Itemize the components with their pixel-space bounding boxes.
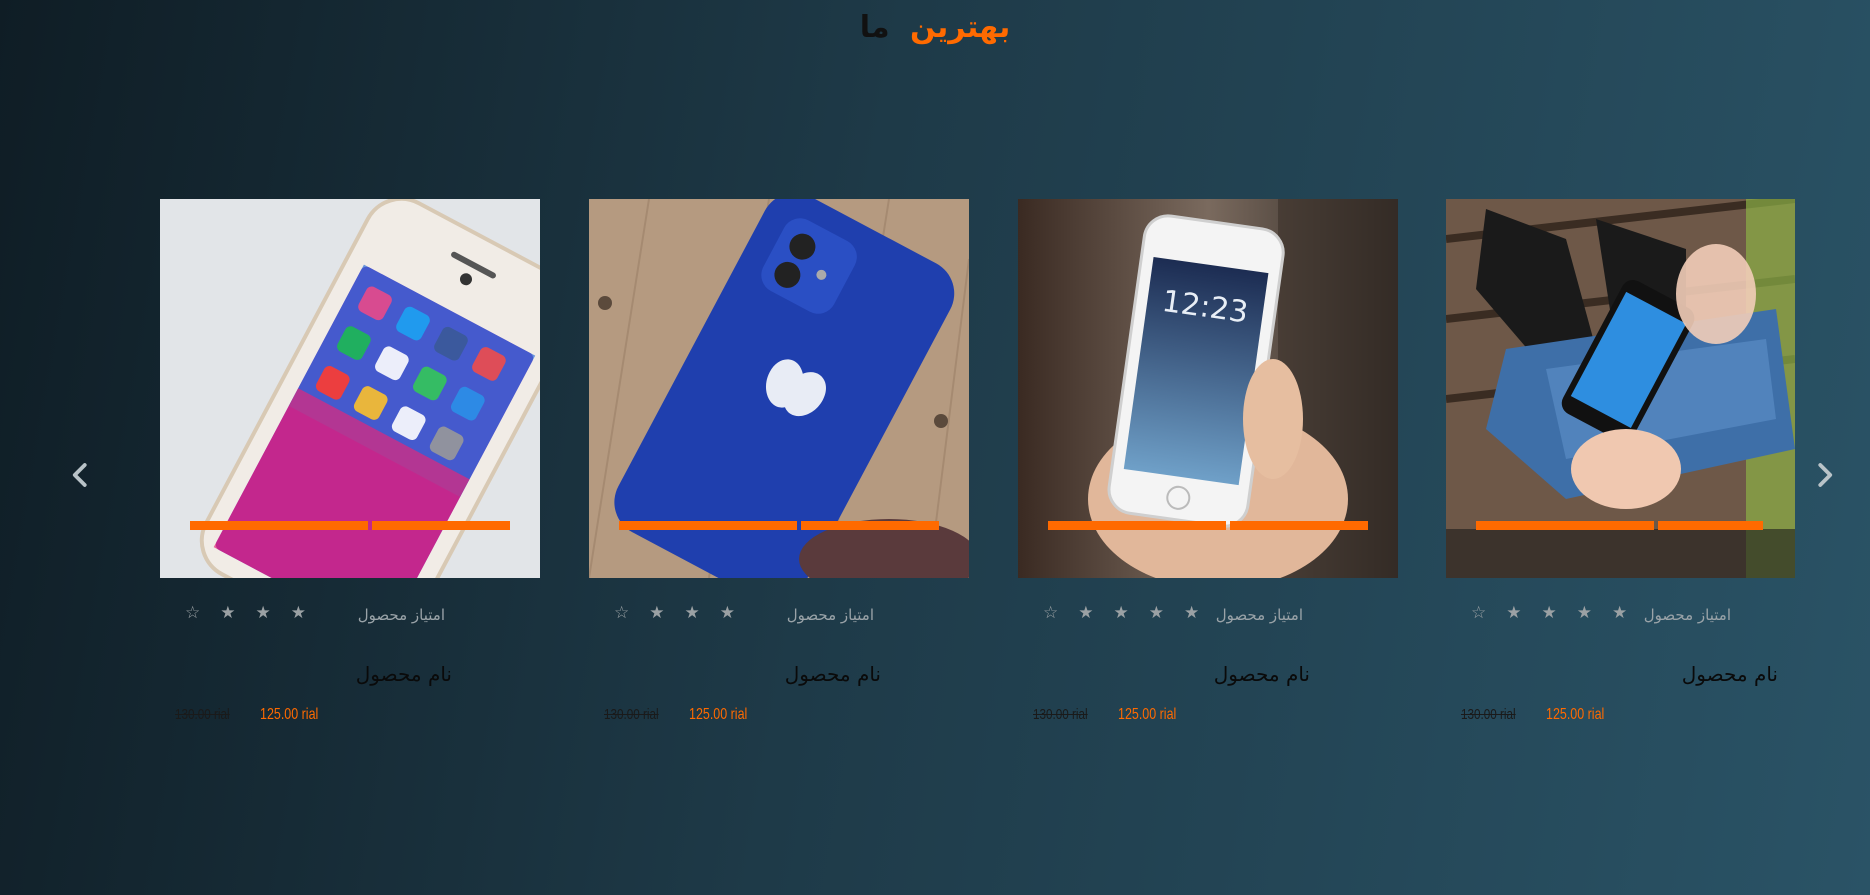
product-image[interactable] — [1446, 199, 1795, 578]
product-name[interactable]: نام محصول — [681, 662, 881, 686]
new-price: 125.00 rial — [1118, 706, 1177, 723]
rating-stars: ☆ ★ ★ ★ — [614, 605, 735, 622]
star-half-icon: ☆ — [614, 603, 630, 623]
promo-bars — [619, 521, 939, 530]
star-icon: ★ — [1541, 603, 1557, 623]
star-icon: ★ — [220, 603, 236, 623]
star-icon: ★ — [1576, 603, 1592, 623]
star-half-icon: ☆ — [185, 603, 201, 623]
star-icon: ★ — [1148, 603, 1164, 623]
product-image[interactable] — [589, 199, 969, 578]
title-dark: ما — [859, 10, 890, 45]
star-icon: ★ — [1078, 603, 1094, 623]
new-price: 125.00 rial — [260, 706, 319, 723]
rating-label: امتیاز محصول — [1215, 606, 1303, 624]
product-name[interactable]: نام محصول — [1578, 662, 1778, 686]
promo-bars — [1048, 521, 1368, 530]
carousel-next-button[interactable] — [1806, 460, 1842, 496]
product-name[interactable]: نام محصول — [252, 662, 452, 686]
star-icon: ★ — [255, 603, 271, 623]
rating-stars: ☆ ★ ★ ★ ★ — [1043, 605, 1199, 622]
star-icon: ★ — [719, 603, 735, 623]
product-card[interactable]: ☆ ★ ★ ★ امتیاز محصول نام محصول 130.00 ri… — [589, 199, 969, 730]
old-price: 130.00 rial — [604, 706, 659, 723]
new-price: 125.00 rial — [689, 706, 748, 723]
section-title: بهترین ما — [0, 10, 1870, 45]
title-accent: بهترین — [910, 10, 1011, 45]
rating-label: امتیاز محصول — [786, 606, 874, 624]
old-price: 130.00 rial — [1461, 706, 1516, 723]
star-icon: ★ — [1612, 603, 1628, 623]
product-name[interactable]: نام محصول — [1110, 662, 1310, 686]
star-icon: ★ — [1506, 603, 1522, 623]
carousel-prev-button[interactable] — [63, 460, 99, 496]
rating-label: امتیاز محصول — [1643, 606, 1731, 624]
product-image[interactable] — [160, 199, 540, 578]
product-card[interactable]: ☆ ★ ★ ★ امتیاز محصول نام محصول 130.00 ri… — [160, 199, 540, 730]
star-icon: ★ — [684, 603, 700, 623]
product-image[interactable]: 12:23 — [1018, 199, 1398, 578]
old-price: 130.00 rial — [1033, 706, 1088, 723]
product-card[interactable]: ☆ ★ ★ ★ ★ امتیاز محصول نام محصول 130.00 … — [1446, 199, 1795, 730]
chevron-left-icon — [72, 463, 87, 487]
promo-bars — [190, 521, 510, 530]
product-card[interactable]: 12:23 ☆ ★ ★ ★ ★ امتیاز محصول نام محصول 1… — [1018, 199, 1398, 730]
chevron-right-icon — [1818, 463, 1833, 487]
new-price: 125.00 rial — [1546, 706, 1605, 723]
promo-bars — [1476, 521, 1763, 530]
rating-stars: ☆ ★ ★ ★ ★ — [1471, 605, 1627, 622]
star-icon: ★ — [649, 603, 665, 623]
rating-label: امتیاز محصول — [357, 606, 445, 624]
star-icon: ★ — [1184, 603, 1200, 623]
star-icon: ★ — [1113, 603, 1129, 623]
star-icon: ★ — [290, 603, 306, 623]
star-half-icon: ☆ — [1471, 603, 1487, 623]
rating-stars: ☆ ★ ★ ★ — [185, 605, 306, 622]
star-half-icon: ☆ — [1043, 603, 1059, 623]
old-price: 130.00 rial — [175, 706, 230, 723]
